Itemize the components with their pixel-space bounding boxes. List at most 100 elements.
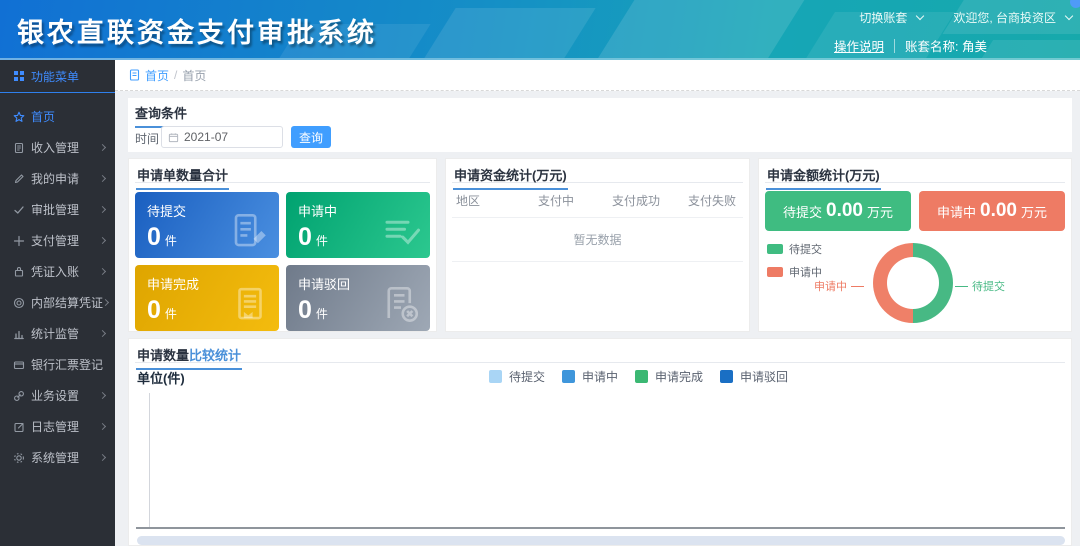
amount-panel: 申请金额统计(万元) 待提交 0.00 万元 申请中 0.00 万元 待提交 申… <box>758 158 1072 332</box>
search-button[interactable]: 查询 <box>291 126 331 148</box>
divider <box>894 39 895 53</box>
time-label: 时间 <box>135 130 159 147</box>
decor-shape <box>424 8 595 58</box>
bar-chart-icon <box>13 328 25 340</box>
col-header-failed: 支付失败 <box>688 192 743 209</box>
stat-card-in-progress: 申请中 0件 <box>286 192 430 258</box>
pencil-icon <box>13 173 25 185</box>
sidebar-item-internal-settlement[interactable]: 内部结算凭证 <box>0 287 115 318</box>
legend-label: 申请中 <box>582 368 618 385</box>
legend-swatch <box>489 370 502 383</box>
notification-dot-icon <box>1070 0 1080 8</box>
funds-panel: 申请资金统计(万元) 地区 支付中 支付成功 支付失败 暂无数据 <box>445 158 750 332</box>
chevron-right-icon <box>99 330 106 337</box>
app-header: 银农直联资金支付审批系统 切换账套 欢迎您, 台商投资区 操作说明 账套名称: … <box>0 0 1080 60</box>
app-window: 银农直联资金支付审批系统 切换账套 欢迎您, 台商投资区 操作说明 账套名称: … <box>0 0 1080 546</box>
switch-account-button[interactable]: 切换账套 <box>859 9 907 26</box>
sidebar-item-payment[interactable]: 支付管理 <box>0 225 115 256</box>
chevron-right-icon <box>99 144 106 151</box>
chevron-right-icon <box>99 454 106 461</box>
breadcrumb-separator: / <box>174 68 177 82</box>
decor-shape <box>977 40 1080 60</box>
date-picker[interactable] <box>161 126 283 148</box>
badge-value: 0.00 <box>980 200 1017 222</box>
card-unit: 件 <box>316 234 328 248</box>
sidebar-item-home[interactable]: 首页 <box>0 101 115 132</box>
sidebar-item-label: 收入管理 <box>31 139 100 156</box>
calendar-icon <box>168 132 179 143</box>
compare-panel: 申请数量比较统计 单位(件) 待提交 申请中 申请完成 申请驳回 <box>128 338 1072 546</box>
sidebar-item-label: 日志管理 <box>31 418 100 435</box>
amount-badge-in-progress: 申请中 0.00 万元 <box>919 191 1065 231</box>
app-title: 银农直联资金支付审批系统 <box>17 11 377 50</box>
check-icon <box>13 204 25 216</box>
sidebar-item-my-applications[interactable]: 我的申请 <box>0 163 115 194</box>
sidebar-item-bank-draft[interactable]: 银行汇票登记 <box>0 349 115 380</box>
breadcrumb-current: 首页 <box>182 67 206 84</box>
stat-card-rejected: 申请驳回 0件 <box>286 265 430 331</box>
sidebar-item-business-settings[interactable]: 业务设置 <box>0 380 115 411</box>
sidebar-item-voucher-entry[interactable]: 凭证入账 <box>0 256 115 287</box>
sidebar-item-label: 银行汇票登记 <box>31 356 105 373</box>
legend-item-pending[interactable]: 待提交 <box>767 241 822 257</box>
sidebar-item-label: 审批管理 <box>31 201 100 218</box>
sidebar-header-label: 功能菜单 <box>31 68 79 85</box>
link-icon <box>13 390 25 402</box>
y-axis-line <box>149 393 150 528</box>
legend-item-in-progress[interactable]: 申请中 <box>562 368 618 385</box>
legend-swatch <box>635 370 648 383</box>
sidebar-item-label: 我的申请 <box>31 170 100 187</box>
sidebar: 功能菜单 首页 收入管理 我的申请 <box>0 60 115 546</box>
sidebar-item-label: 首页 <box>31 108 105 125</box>
amount-panel-title: 申请金额统计(万元) <box>765 159 1065 183</box>
sidebar-item-approval[interactable]: 审批管理 <box>0 194 115 225</box>
breadcrumb-home-link[interactable]: 首页 <box>145 67 169 84</box>
card-label: 申请中 <box>298 201 337 220</box>
card-label: 待提交 <box>147 201 186 220</box>
time-input[interactable] <box>184 130 264 144</box>
legend-item-pending-submit[interactable]: 待提交 <box>489 368 545 385</box>
page-icon <box>129 69 140 81</box>
sidebar-item-label: 系统管理 <box>31 449 100 466</box>
document-icon <box>13 142 25 154</box>
breadcrumb: 首页 / 首页 <box>115 60 1080 91</box>
count-panel-title: 申请单数量合计 <box>135 159 430 183</box>
edit-icon <box>13 421 25 433</box>
card-value: 0 <box>298 223 312 251</box>
welcome-dropdown[interactable]: 欢迎您, 台商投资区 <box>953 9 1056 26</box>
chevron-right-icon <box>102 299 109 306</box>
legend-item-completed[interactable]: 申请完成 <box>635 368 703 385</box>
horizontal-scrollbar[interactable] <box>137 536 1065 545</box>
sidebar-item-income[interactable]: 收入管理 <box>0 132 115 163</box>
legend-swatch <box>562 370 575 383</box>
account-name-label: 账套名称: 角美 <box>905 36 987 55</box>
sidebar-header: 功能菜单 <box>0 60 115 93</box>
col-header-success: 支付成功 <box>612 192 688 209</box>
grid-icon <box>13 70 25 82</box>
count-panel: 申请单数量合计 待提交 0件 申请中 0件 申请完成 0件 <box>128 158 437 332</box>
chevron-down-icon[interactable] <box>1065 11 1073 19</box>
card-value: 0 <box>147 223 161 251</box>
gear-icon <box>13 452 25 464</box>
empty-state-text: 暂无数据 <box>452 218 743 262</box>
sidebar-item-log-management[interactable]: 日志管理 <box>0 411 115 442</box>
card-value: 0 <box>298 296 312 324</box>
sidebar-item-system-management[interactable]: 系统管理 <box>0 442 115 473</box>
legend-swatch <box>767 244 783 254</box>
card-value: 0 <box>147 296 161 324</box>
chevron-right-icon <box>99 392 106 399</box>
legend-item-rejected[interactable]: 申请驳回 <box>720 368 788 385</box>
legend-label: 待提交 <box>509 368 545 385</box>
col-header-region: 地区 <box>456 192 538 209</box>
chevron-right-icon <box>99 237 106 244</box>
operation-guide-link[interactable]: 操作说明 <box>834 36 884 55</box>
chevron-down-icon[interactable] <box>916 11 924 19</box>
list-check-icon <box>380 210 422 252</box>
legend-label: 申请驳回 <box>740 368 788 385</box>
sidebar-item-stats-supervision[interactable]: 统计监管 <box>0 318 115 349</box>
card-unit: 件 <box>165 307 177 321</box>
document-icon <box>229 283 271 325</box>
chevron-right-icon <box>99 175 106 182</box>
decor-shape <box>596 0 805 60</box>
donut-chart <box>873 243 953 323</box>
